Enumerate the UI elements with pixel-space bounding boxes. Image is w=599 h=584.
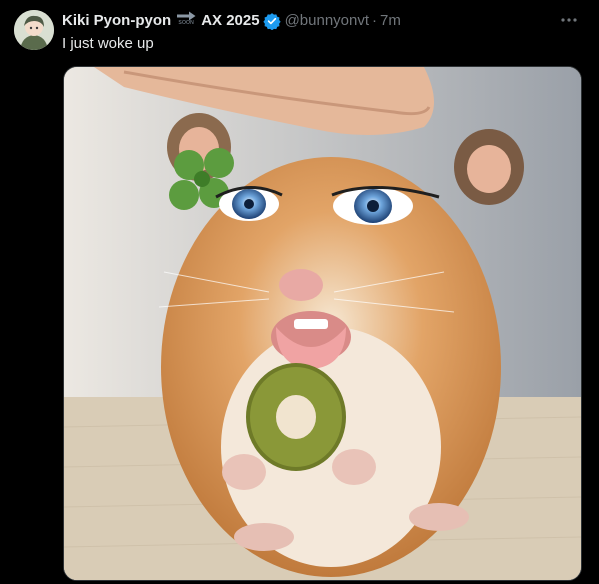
avatar[interactable] <box>14 10 54 50</box>
user-handle[interactable]: @bunnyonvt <box>285 11 369 31</box>
tweet-text: I just woke up <box>62 35 154 52</box>
hamster-photo <box>64 67 581 580</box>
avatar-image <box>14 10 54 50</box>
soon-label: SOON <box>178 20 194 26</box>
name-suffix[interactable]: AX 2025 <box>201 11 259 31</box>
verified-badge-icon[interactable] <box>262 12 281 31</box>
tweet-header: Kiki Pyon-pyon SOON AX 2025 @bunnyonvt ·… <box>62 11 401 31</box>
more-options-icon[interactable] <box>557 10 581 30</box>
soon-arrow-icon: SOON <box>175 11 197 31</box>
separator-dot: · <box>372 12 378 29</box>
tweet-media-image[interactable] <box>63 66 582 581</box>
snack-ring <box>246 363 346 471</box>
display-name[interactable]: Kiki Pyon-pyon <box>62 11 171 31</box>
timestamp[interactable]: 7m <box>380 11 401 31</box>
tweet: Kiki Pyon-pyon SOON AX 2025 @bunnyonvt ·… <box>0 0 599 584</box>
